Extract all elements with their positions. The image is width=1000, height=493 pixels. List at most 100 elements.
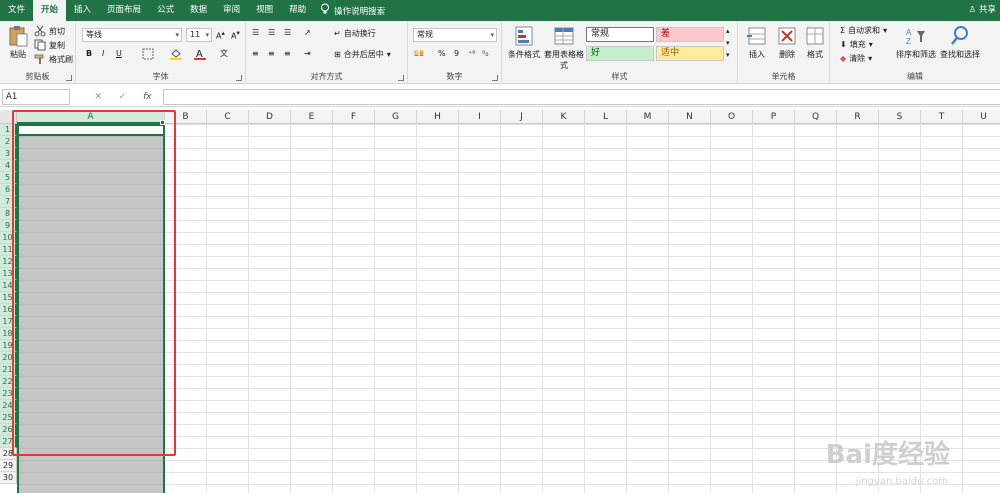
increase-font-button[interactable]: A▴: [216, 29, 225, 41]
phonetic-button[interactable]: 文: [220, 48, 228, 59]
row-header-29[interactable]: 29: [0, 460, 17, 472]
column-header-s[interactable]: S: [879, 110, 921, 124]
tab-help[interactable]: 帮助: [281, 0, 314, 21]
checkmark-icon[interactable]: ✓: [119, 92, 127, 102]
styles-more[interactable]: ▾: [726, 51, 730, 59]
column-header-u[interactable]: U: [963, 110, 1000, 124]
format-cells-button[interactable]: 格式: [802, 25, 828, 60]
tab-formulas[interactable]: 公式: [149, 0, 182, 21]
copy-icon: [34, 39, 46, 51]
format-painter-button[interactable]: 格式刷: [34, 53, 73, 65]
column-gridline: [290, 124, 291, 493]
find-select-button[interactable]: 查找和选择: [938, 25, 982, 60]
font-name-dropdown[interactable]: 等线 ▾: [82, 28, 182, 42]
column-header-t[interactable]: T: [921, 110, 963, 124]
function-icon[interactable]: fx: [143, 92, 152, 102]
tab-page-layout[interactable]: 页面布局: [99, 0, 149, 21]
bold-button[interactable]: B: [86, 49, 92, 58]
share-button[interactable]: ♙ 共享: [969, 0, 996, 21]
paste-button[interactable]: 粘贴: [6, 25, 30, 60]
column-header-q[interactable]: Q: [795, 110, 837, 124]
orientation-button[interactable]: ↗: [304, 28, 311, 37]
column-header-j[interactable]: J: [501, 110, 543, 124]
comma-button[interactable]: 9: [454, 49, 459, 58]
cut-button[interactable]: 剪切: [34, 25, 65, 37]
align-left-button[interactable]: ≡: [252, 49, 259, 58]
percent-button[interactable]: %: [438, 49, 446, 58]
column-header-r[interactable]: R: [837, 110, 879, 124]
column-header-c[interactable]: C: [207, 110, 249, 124]
font-color-button[interactable]: A: [194, 48, 206, 60]
tab-home[interactable]: 开始: [33, 0, 67, 21]
column-header-h[interactable]: H: [417, 110, 459, 124]
wrap-text-button[interactable]: ↵ 自动换行: [334, 28, 376, 39]
styles-scroll-up[interactable]: ▴: [726, 27, 730, 35]
formula-input[interactable]: [163, 89, 1000, 105]
align-right-button[interactable]: ≡: [284, 49, 291, 58]
column-gridline: [626, 124, 627, 493]
column-header-d[interactable]: D: [249, 110, 291, 124]
font-launcher-icon[interactable]: [236, 75, 242, 81]
number-format-dropdown[interactable]: 常规 ▾: [413, 28, 497, 42]
column-header-m[interactable]: M: [627, 110, 669, 124]
fill-color-button[interactable]: [170, 48, 182, 60]
align-middle-button[interactable]: ☰: [268, 28, 275, 37]
font-size-dropdown[interactable]: 11 ▾: [186, 28, 212, 42]
number-launcher-icon[interactable]: [492, 75, 498, 81]
insert-cells-button[interactable]: 插入: [744, 25, 770, 60]
styles-scroll-down[interactable]: ▾: [726, 39, 730, 47]
tab-review[interactable]: 审阅: [215, 0, 248, 21]
border-button[interactable]: [142, 48, 154, 60]
merge-center-button[interactable]: ⊞ 合并后居中 ▾: [334, 49, 391, 60]
autosum-button[interactable]: Σ 自动求和 ▾: [840, 25, 887, 36]
tab-view[interactable]: 视图: [248, 0, 281, 21]
style-neutral[interactable]: 适中: [656, 46, 724, 61]
chevron-down-icon: ▾: [883, 26, 888, 35]
table-format-icon: [553, 25, 575, 47]
tell-me-box[interactable]: 操作说明搜索: [320, 3, 385, 18]
style-good[interactable]: 好: [586, 46, 654, 61]
column-gridline: [500, 124, 501, 493]
tab-data[interactable]: 数据: [182, 0, 215, 21]
fill-button[interactable]: ⬇ 填充 ▾: [840, 39, 873, 50]
align-bottom-button[interactable]: ☰: [284, 28, 291, 37]
column-header-f[interactable]: F: [333, 110, 375, 124]
delete-cells-button[interactable]: 删除: [774, 25, 800, 60]
tab-file[interactable]: 文件: [0, 0, 33, 21]
column-gridline: [458, 124, 459, 493]
conditional-format-button[interactable]: 条件格式: [506, 25, 542, 60]
decrease-decimal-button[interactable]: ⁰₀: [482, 49, 488, 58]
column-header-g[interactable]: G: [375, 110, 417, 124]
column-header-o[interactable]: O: [711, 110, 753, 124]
clipboard-launcher-icon[interactable]: [66, 75, 72, 81]
sort-filter-button[interactable]: AZ 排序和筛选: [894, 25, 938, 60]
style-normal[interactable]: 常规: [586, 27, 654, 42]
column-header-p[interactable]: P: [753, 110, 795, 124]
format-as-table-button[interactable]: 套用表格格式: [544, 25, 584, 71]
decrease-font-button[interactable]: A▾: [231, 29, 240, 41]
align-left-icon: ≡: [252, 49, 259, 58]
column-header-e[interactable]: E: [291, 110, 333, 124]
insert-cells-icon: [746, 25, 768, 47]
italic-button[interactable]: I: [102, 49, 104, 58]
row-header-30[interactable]: 30: [0, 472, 17, 484]
alignment-launcher-icon[interactable]: [398, 75, 404, 81]
column-header-k[interactable]: K: [543, 110, 585, 124]
cancel-icon[interactable]: ✕: [94, 92, 102, 102]
align-top-button[interactable]: ☰: [252, 28, 259, 37]
tab-insert[interactable]: 插入: [66, 0, 99, 21]
align-center-button[interactable]: ≡: [268, 49, 275, 58]
format-cells-icon: [804, 25, 826, 47]
indent-button[interactable]: ⇥: [304, 49, 311, 58]
name-box[interactable]: A1: [2, 89, 70, 105]
currency-button[interactable]: 💴: [414, 49, 424, 58]
style-bad[interactable]: 差: [656, 27, 724, 42]
column-header-n[interactable]: N: [669, 110, 711, 124]
underline-button[interactable]: U: [116, 49, 122, 58]
border-grid-icon: [142, 48, 154, 60]
copy-button[interactable]: 复制: [34, 39, 65, 51]
clear-button[interactable]: ◆ 清除 ▾: [840, 53, 872, 64]
increase-decimal-button[interactable]: ⁺⁰: [468, 49, 475, 58]
column-header-i[interactable]: I: [459, 110, 501, 124]
column-header-l[interactable]: L: [585, 110, 627, 124]
